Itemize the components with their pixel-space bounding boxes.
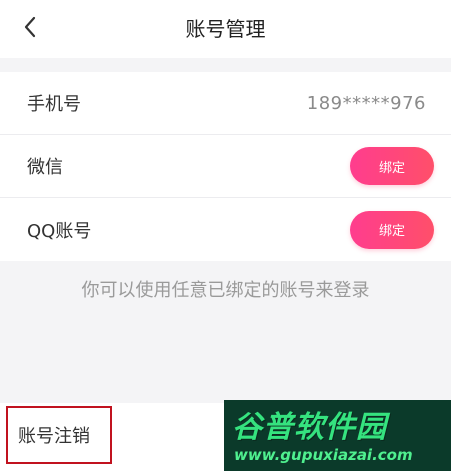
wechat-label: 微信	[27, 157, 63, 178]
page-title: 账号管理	[185, 17, 266, 41]
wechat-row: 微信 绑定	[0, 135, 451, 198]
chevron-left-icon	[24, 16, 36, 38]
phone-value: 189*****976	[306, 92, 426, 114]
phone-row: 手机号 189*****976	[0, 72, 451, 135]
watermark-logo: 谷普软件园 www.gupuxiazai.com	[224, 400, 451, 471]
qq-bind-button[interactable]: 绑定	[350, 210, 434, 249]
login-hint: 你可以使用任意已绑定的账号来登录	[81, 280, 370, 301]
phone-label: 手机号	[27, 94, 81, 115]
watermark-url: www.gupuxiazai.com	[234, 446, 413, 464]
section-gap	[0, 58, 451, 72]
account-list: 手机号 189*****976 微信 绑定 QQ账号 绑定	[0, 72, 451, 261]
qq-row: QQ账号 绑定	[0, 198, 451, 261]
back-button[interactable]	[14, 10, 46, 44]
wechat-bind-button[interactable]: 绑定	[350, 147, 434, 185]
watermark-title: 谷普软件园	[232, 410, 387, 445]
cancel-account-label: 账号注销	[18, 426, 90, 447]
qq-label: QQ账号	[27, 220, 92, 242]
top-bar: 账号管理	[0, 0, 451, 58]
cancel-account-item[interactable]: 账号注销	[6, 406, 112, 464]
